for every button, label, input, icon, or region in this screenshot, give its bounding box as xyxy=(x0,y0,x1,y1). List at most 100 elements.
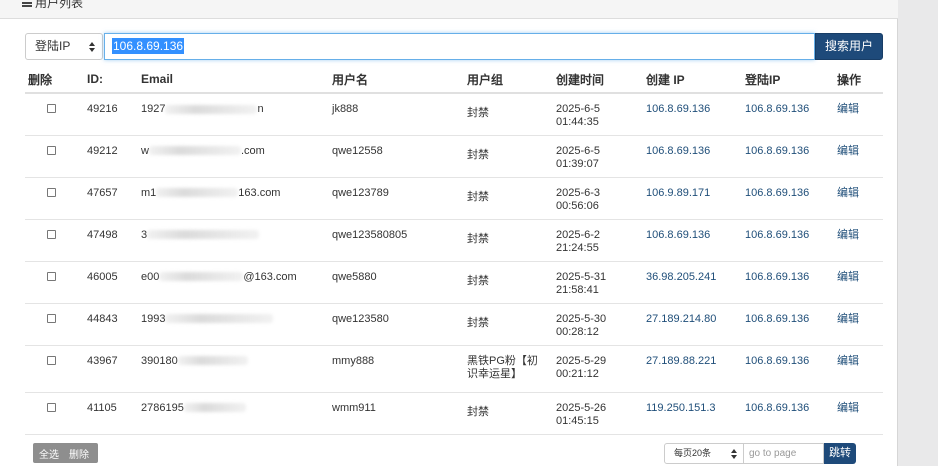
edit-link[interactable]: 编辑 xyxy=(837,219,883,262)
user-email: e00 @163.com xyxy=(141,261,332,304)
user-list-panel: 用户列表 登陆IP 106.8.69.136 搜索用户 删除 ID: Email… xyxy=(0,0,898,466)
table-row: 49212 w .com qwe12558 封禁 2025-6-5 01:39:07… xyxy=(25,135,883,178)
email-redaction xyxy=(159,272,244,282)
email-visible-end: .com xyxy=(240,144,265,157)
page-size-select[interactable]: 每页20条 xyxy=(664,443,744,464)
search-user-button[interactable]: 搜索用户 xyxy=(815,33,883,60)
user-id: 49212 xyxy=(87,135,141,178)
table-row: 49216 1927 n jk888 封禁 2025-6-5 01:44:35 10… xyxy=(25,93,883,136)
created-date: 2025-5-31 xyxy=(556,270,607,283)
user-created-time: 2025-5-31 21:58:41 xyxy=(556,261,646,304)
header-login-ip: 登陆IP xyxy=(745,66,837,94)
row-checkbox[interactable] xyxy=(47,229,56,239)
edit-link[interactable]: 编辑 xyxy=(837,345,883,393)
user-username: qwe5880 xyxy=(332,261,467,304)
user-group: 黑铁PG粉【初识幸运星】 xyxy=(467,345,556,393)
user-username: qwe123789 xyxy=(332,177,467,220)
user-create-ip: 36.98.205.241 xyxy=(646,261,745,304)
user-login-ip: 106.8.69.136 xyxy=(745,219,837,262)
edit-link[interactable]: 编辑 xyxy=(837,135,883,178)
row-checkbox[interactable] xyxy=(47,313,56,323)
user-group: 封禁 xyxy=(467,303,556,346)
table-row: 47498 3 qwe123580805 封禁 2025-6-2 21:24:55… xyxy=(25,219,883,262)
row-checkbox[interactable] xyxy=(47,355,56,365)
user-email: w .com xyxy=(141,135,332,178)
user-login-ip: 106.8.69.136 xyxy=(745,261,837,304)
email-visible-start: 1993 xyxy=(141,312,166,325)
user-create-ip: 106.8.69.136 xyxy=(646,93,745,136)
edit-link[interactable]: 编辑 xyxy=(837,303,883,346)
created-date: 2025-5-26 xyxy=(556,401,607,414)
created-clock: 00:21:12 xyxy=(556,367,599,380)
user-id: 46005 xyxy=(87,261,141,304)
created-date: 2025-5-29 xyxy=(556,354,607,367)
created-clock: 00:56:06 xyxy=(556,199,599,212)
edit-link[interactable]: 编辑 xyxy=(837,392,883,435)
created-date: 2025-5-30 xyxy=(556,312,607,325)
user-create-ip: 106.8.69.136 xyxy=(646,219,745,262)
row-checkbox[interactable] xyxy=(47,271,56,281)
user-created-time: 2025-6-5 01:44:35 xyxy=(556,93,646,136)
user-table: 删除 ID: Email 用户名 用户组 创建时间 创建 IP 登陆IP 操作 … xyxy=(25,66,883,435)
header-id: ID: xyxy=(87,66,141,94)
created-date: 2025-6-5 xyxy=(556,103,601,115)
user-login-ip: 106.8.69.136 xyxy=(745,392,837,435)
user-email: 3 xyxy=(141,219,332,262)
user-create-ip: 27.189.214.80 xyxy=(646,303,745,346)
select-all-button[interactable]: 全选 xyxy=(33,446,63,461)
user-login-ip: 106.8.69.136 xyxy=(745,93,837,136)
header-delete: 删除 xyxy=(25,66,87,94)
user-id: 41105 xyxy=(87,392,141,435)
created-clock: 01:39:07 xyxy=(556,157,599,170)
email-visible-end: 163.com xyxy=(238,186,281,199)
email-visible-start: m1 xyxy=(141,186,157,199)
row-checkbox[interactable] xyxy=(47,187,56,197)
table-row: 41105 2786195 wmm911 封禁 2025-5-26 01:45:1… xyxy=(25,392,883,435)
bulk-delete-button[interactable]: 删除 xyxy=(63,446,93,461)
goto-page-button[interactable]: 跳转 xyxy=(824,443,856,464)
user-create-ip: 106.9.89.171 xyxy=(646,177,745,220)
user-username: jk888 xyxy=(332,93,467,136)
user-created-time: 2025-5-26 01:45:15 xyxy=(556,392,646,435)
user-username: qwe123580 xyxy=(332,303,467,346)
created-date: 2025-6-2 xyxy=(556,228,601,241)
user-email: 1927 n xyxy=(141,93,332,136)
edit-link[interactable]: 编辑 xyxy=(837,177,883,220)
user-email: 390180 xyxy=(141,345,332,393)
table-row: 44843 1993 qwe123580 封禁 2025-5-30 00:28:1… xyxy=(25,303,883,346)
table-row: 46005 e00 @163.com qwe5880 封禁 2025-5-31 21… xyxy=(25,261,883,304)
user-id: 49216 xyxy=(87,93,141,136)
row-checkbox[interactable] xyxy=(47,145,56,155)
search-input[interactable]: 106.8.69.136 xyxy=(104,33,815,60)
user-group: 封禁 xyxy=(467,219,556,262)
row-checkbox[interactable] xyxy=(47,402,56,412)
email-redaction xyxy=(177,356,248,366)
edit-link[interactable]: 编辑 xyxy=(837,261,883,304)
email-visible-start: 390180 xyxy=(141,354,178,367)
email-redaction xyxy=(147,230,260,240)
row-checkbox[interactable] xyxy=(47,104,56,113)
bulk-actions: 全选 删除 xyxy=(33,443,98,463)
table-row: 43967 390180 mmy888 黑铁PG粉【初识幸运星】 2025-5-… xyxy=(25,345,883,393)
select-arrows-icon xyxy=(731,449,738,459)
search-field-select[interactable]: 登陆IP xyxy=(25,33,103,60)
header-username: 用户名 xyxy=(332,66,467,94)
select-arrows-icon xyxy=(89,42,96,52)
user-group: 封禁 xyxy=(467,392,556,435)
user-login-ip: 106.8.69.136 xyxy=(745,303,837,346)
email-visible-start: 1927 xyxy=(141,103,166,115)
user-group: 封禁 xyxy=(467,177,556,220)
goto-page-input[interactable]: go to page xyxy=(744,443,824,464)
header-email: Email xyxy=(141,66,332,94)
table-row: 47657 m1 163.com qwe123789 封禁 2025-6-3 00:… xyxy=(25,177,883,220)
email-visible-start: 2786195 xyxy=(141,401,184,414)
search-input-value: 106.8.69.136 xyxy=(112,38,185,54)
user-created-time: 2025-6-5 01:39:07 xyxy=(556,135,646,178)
user-created-time: 2025-5-30 00:28:12 xyxy=(556,303,646,346)
header-create-ip: 创建 IP xyxy=(646,66,745,94)
email-redaction xyxy=(156,188,239,198)
user-username: wmm911 xyxy=(332,392,467,435)
user-id: 43967 xyxy=(87,345,141,393)
user-created-time: 2025-6-3 00:56:06 xyxy=(556,177,646,220)
edit-link[interactable]: 编辑 xyxy=(837,93,883,136)
